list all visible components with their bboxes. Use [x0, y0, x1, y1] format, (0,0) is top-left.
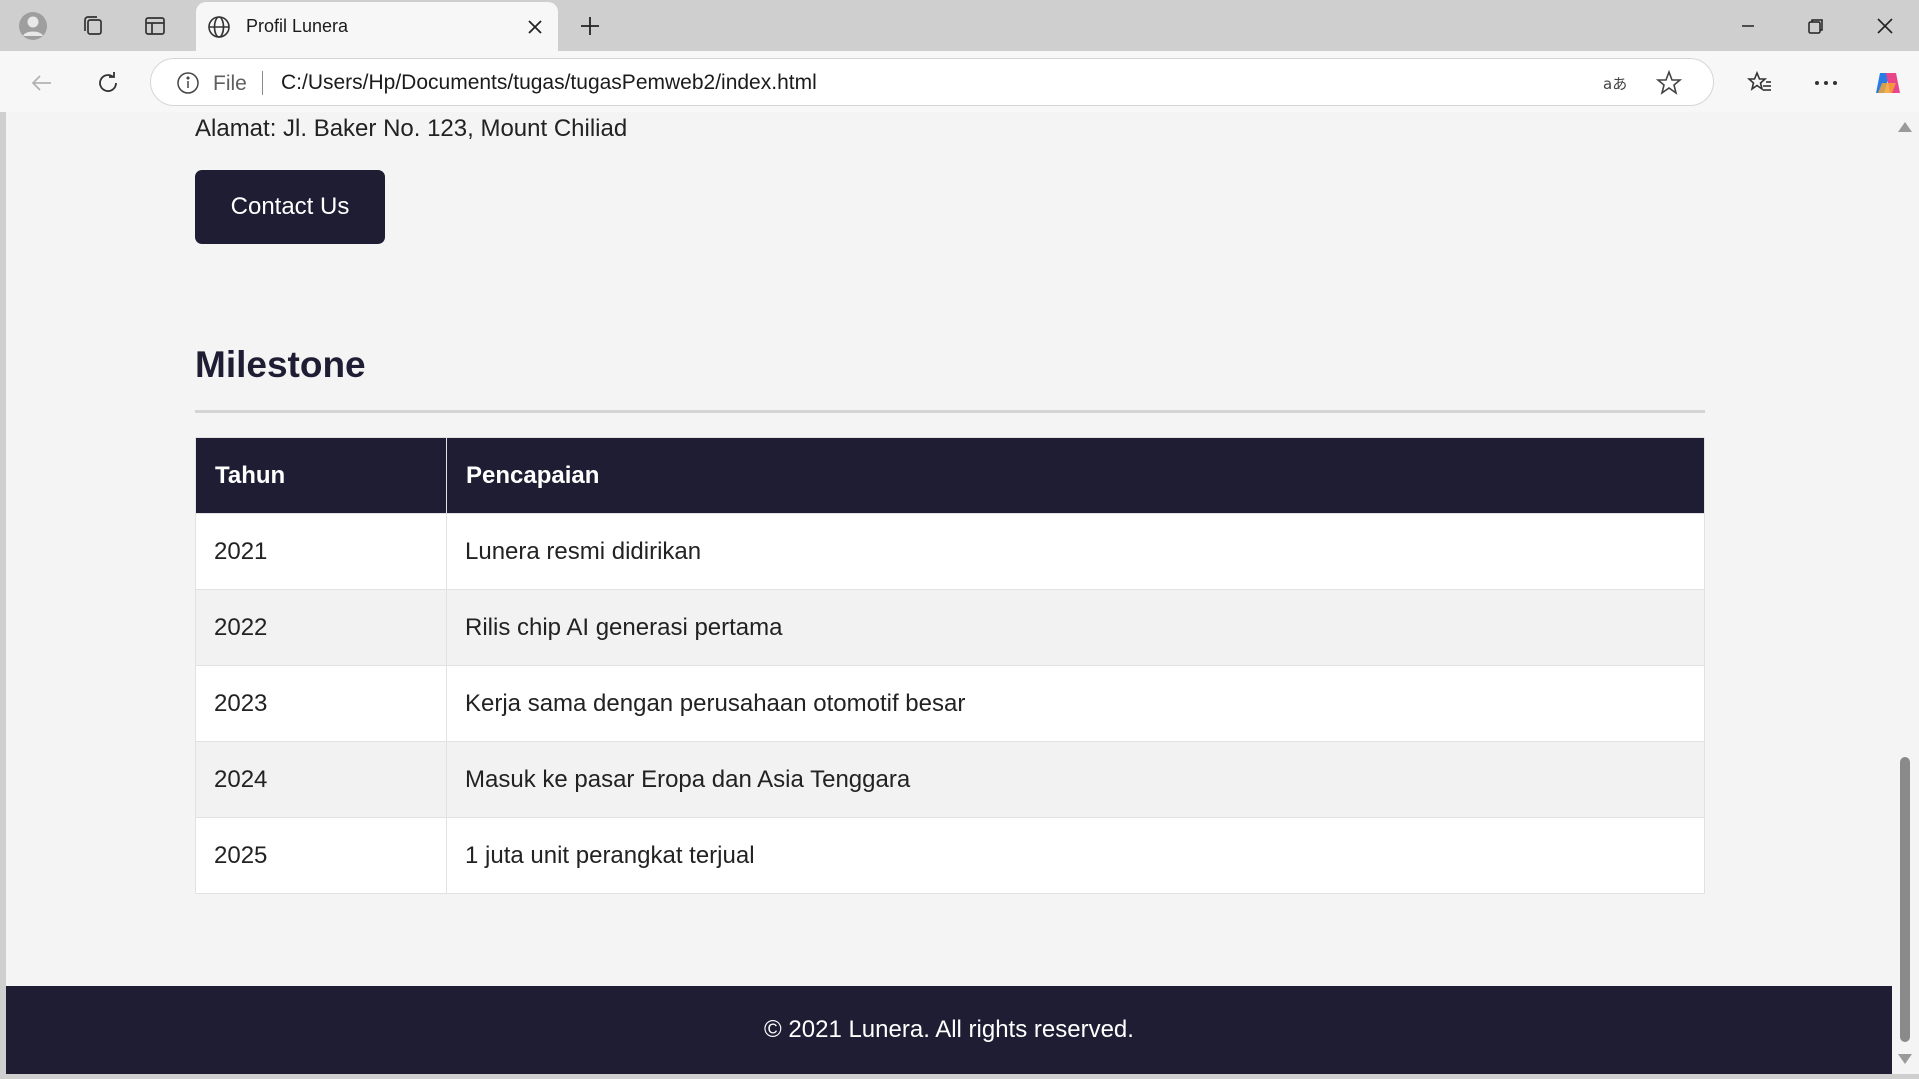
- year-cell: 2023: [195, 665, 447, 742]
- favorites-icon[interactable]: [1740, 63, 1780, 103]
- tab-title: Profil Lunera: [246, 16, 349, 36]
- company-address: Alamat: Jl. Baker No. 123, Mount Chiliad: [195, 115, 628, 142]
- close-window-button[interactable]: [1858, 6, 1912, 46]
- scroll-down-arrow-icon[interactable]: [1898, 1054, 1912, 1064]
- collections-icon[interactable]: [75, 8, 111, 44]
- achievement-cell: Masuk ke pasar Eropa dan Asia Tenggara: [446, 741, 1705, 818]
- site-info-icon[interactable]: [175, 70, 201, 96]
- table-row: 2025 1 juta unit perangkat terjual: [195, 817, 1705, 894]
- page-footer: © 2021 Lunera. All rights reserved.: [6, 986, 1892, 1074]
- active-tab[interactable]: Profil Lunera: [196, 2, 558, 51]
- copilot-icon[interactable]: [1868, 63, 1908, 103]
- more-options-icon[interactable]: [1806, 63, 1846, 103]
- svg-text:aあ: aあ: [1603, 75, 1627, 93]
- achievement-cell: 1 juta unit perangkat terjual: [446, 817, 1705, 894]
- copyright-text: © 2021 Lunera. All rights reserved.: [764, 1016, 1134, 1043]
- vertical-tabs-icon[interactable]: [137, 8, 173, 44]
- url-text[interactable]: C:/Users/Hp/Documents/tugas/tugasPemweb2…: [281, 71, 817, 95]
- favorite-star-icon[interactable]: [1653, 67, 1685, 99]
- header-year: Tahun: [195, 437, 447, 514]
- header-achievement: Pencapaian: [446, 437, 1705, 514]
- scrollbar-thumb[interactable]: [1900, 757, 1910, 1042]
- table-row: 2022 Rilis chip AI generasi pertama: [195, 589, 1705, 666]
- achievement-cell: Lunera resmi didirikan: [446, 513, 1705, 590]
- milestone-table: Tahun Pencapaian 2021 Lunera resmi didir…: [195, 437, 1705, 894]
- new-tab-button[interactable]: [572, 8, 608, 44]
- scheme-label: File: [213, 72, 247, 95]
- contact-us-button[interactable]: Contact Us: [195, 170, 385, 244]
- page-viewport: Alamat: Jl. Baker No. 123, Mount Chiliad…: [6, 112, 1892, 1074]
- year-cell: 2021: [195, 513, 447, 590]
- table-row: 2023 Kerja sama dengan perusahaan otomot…: [195, 665, 1705, 742]
- window-bottom-edge: [0, 1074, 1919, 1079]
- year-cell: 2022: [195, 589, 447, 666]
- refresh-icon[interactable]: [88, 63, 128, 103]
- read-aloud-translate-icon[interactable]: aあ: [1600, 67, 1632, 99]
- browser-tab-bar: Profil Lunera: [0, 0, 1919, 51]
- achievement-cell: Kerja sama dengan perusahaan otomotif be…: [446, 665, 1705, 742]
- vertical-scrollbar[interactable]: [1892, 112, 1919, 1074]
- browser-toolbar: File C:/Users/Hp/Documents/tugas/tugasPe…: [0, 51, 1919, 112]
- profile-avatar-icon[interactable]: [15, 8, 51, 44]
- scroll-up-arrow-icon[interactable]: [1898, 122, 1912, 132]
- milestone-heading: Milestone: [195, 344, 366, 385]
- year-cell: 2024: [195, 741, 447, 818]
- year-cell: 2025: [195, 817, 447, 894]
- minimize-button[interactable]: [1721, 6, 1775, 46]
- achievement-cell: Rilis chip AI generasi pertama: [446, 589, 1705, 666]
- table-header-row: Tahun Pencapaian: [195, 437, 1705, 514]
- address-divider: [262, 71, 263, 95]
- address-bar[interactable]: File C:/Users/Hp/Documents/tugas/tugasPe…: [150, 58, 1714, 106]
- table-row: 2021 Lunera resmi didirikan: [195, 513, 1705, 590]
- back-arrow-icon[interactable]: [22, 63, 62, 103]
- close-tab-icon[interactable]: [520, 12, 550, 42]
- globe-icon: [206, 14, 232, 40]
- restore-button[interactable]: [1789, 6, 1843, 46]
- table-row: 2024 Masuk ke pasar Eropa dan Asia Tengg…: [195, 741, 1705, 818]
- section-divider: [195, 410, 1705, 413]
